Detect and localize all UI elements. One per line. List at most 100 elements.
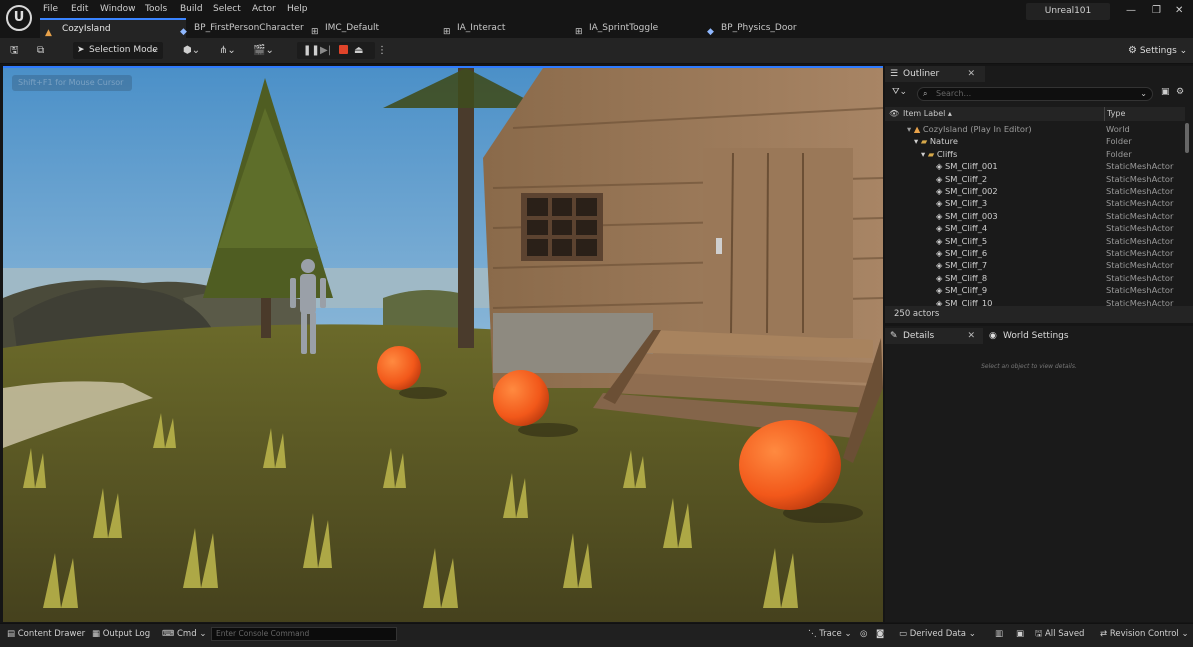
row-type: StaticMeshActor — [1106, 260, 1174, 271]
save-status-icon: 🖫 — [1035, 629, 1043, 639]
trace-icon: ⋱ — [808, 629, 817, 639]
tab-cozyisland[interactable]: ▲ CozyIsland — [40, 18, 186, 39]
tab-imc-default[interactable]: ⊞ IMC_Default — [311, 19, 425, 38]
outliner-row-actor[interactable]: ◈ SM_Cliff_6 StaticMeshActor — [885, 247, 1183, 259]
tab-bp-firstpersoncharacter[interactable]: ◆ BP_FirstPersonCharacter — [180, 19, 314, 38]
selection-mode-dropdown[interactable]: ➤ Selection Mode ⌄ — [73, 42, 163, 59]
outliner-row-actor[interactable]: ◈ SM_Cliff_2 StaticMeshActor — [885, 173, 1183, 185]
outliner-row-folder[interactable]: ▾ ▰ Cliffs Folder — [885, 148, 1183, 160]
level-icon: ▲ — [913, 124, 921, 134]
filter-icon[interactable]: ⛛⌄ — [892, 87, 907, 97]
tab-details[interactable]: ✎ Details ✕ — [885, 328, 983, 344]
outliner-row-world[interactable]: ▾ ▲ CozyIsland (Play In Editor) World — [885, 123, 1183, 135]
maximize-icon[interactable]: ❐ — [1152, 5, 1161, 16]
static-mesh-icon: ◈ — [936, 285, 943, 296]
search-placeholder: Search... — [936, 89, 972, 98]
outliner-row-actor[interactable]: ◈ SM_Cliff_3 StaticMeshActor — [885, 197, 1183, 209]
outliner-row-actor[interactable]: ◈ SM_Cliff_7 StaticMeshActor — [885, 259, 1183, 271]
outliner-row-actor[interactable]: ◈ SM_Cliff_003 StaticMeshActor — [885, 210, 1183, 222]
chevron-down-icon: ⌄ — [968, 629, 976, 639]
row-type: StaticMeshActor — [1106, 248, 1174, 258]
menu-help[interactable]: Help — [287, 4, 308, 14]
menu-select[interactable]: Select — [213, 4, 241, 14]
menu-tools[interactable]: Tools — [145, 4, 167, 14]
column-item-label[interactable]: Item Label ▴ — [903, 107, 952, 121]
camera-icon[interactable]: ◙ — [876, 628, 884, 640]
console-placeholder: Enter Console Command — [216, 629, 310, 638]
row-label: SM_Cliff_10 — [945, 297, 993, 306]
tab-outliner[interactable]: ☰ Outliner ✕ — [885, 66, 985, 82]
minimize-icon[interactable]: — — [1126, 5, 1136, 16]
tab-bp-physics-door[interactable]: ◆ BP_Physics_Door — [707, 19, 831, 38]
tab-label: IA_SprintToggle — [589, 23, 659, 33]
frame-skip-icon[interactable]: ▶| — [320, 42, 331, 59]
eject-icon[interactable]: ⏏ — [354, 42, 363, 59]
menu-file[interactable]: File — [43, 4, 58, 14]
content-drawer-button[interactable]: ▤ Content Drawer — [7, 628, 85, 640]
outliner-row-actor[interactable]: ◈ SM_Cliff_001 StaticMeshActor — [885, 160, 1183, 172]
outliner-row-actor[interactable]: ◈ SM_Cliff_8 StaticMeshActor — [885, 272, 1183, 284]
trace-dropdown[interactable]: ⋱ Trace ⌄ — [808, 628, 852, 640]
record-icon[interactable]: ◎ — [860, 628, 867, 640]
cinematics-icon[interactable]: 🎬⌄ — [253, 42, 274, 59]
gear-icon[interactable]: ⚙ — [1176, 87, 1184, 97]
tab-world-settings[interactable]: ◉ World Settings — [985, 328, 1095, 344]
cmd-dropdown[interactable]: ⌨ Cmd ⌄ — [162, 628, 206, 640]
outliner-row-actor[interactable]: ◈ SM_Cliff_9 StaticMeshActor — [885, 284, 1183, 296]
tab-ia-sprinttoggle[interactable]: ⊞ IA_SprintToggle — [575, 19, 699, 38]
console-command-input[interactable]: Enter Console Command — [211, 627, 397, 641]
blueprints-icon[interactable]: ⋔⌄ — [219, 42, 236, 59]
static-mesh-icon: ◈ — [936, 272, 943, 283]
derived-data-label: Derived Data — [909, 629, 967, 639]
save-icon[interactable]: 🖫 — [10, 42, 19, 59]
unreal-logo-icon[interactable]: U — [6, 5, 32, 31]
scene-render — [3, 68, 883, 622]
pause-icon[interactable]: ❚❚ — [303, 42, 320, 59]
selection-mode-label: Selection Mode — [89, 45, 158, 55]
tab-ia-interact[interactable]: ⊞ IA_Interact — [443, 19, 557, 38]
settings-button[interactable]: ⚙ Settings ⌄ — [1128, 42, 1187, 60]
browse-icon[interactable]: ⧉ — [37, 42, 44, 59]
menu-edit[interactable]: Edit — [71, 4, 88, 14]
outliner-row-actor[interactable]: ◈ SM_Cliff_10 StaticMeshActor — [885, 297, 1183, 306]
message-icon[interactable]: ▣ — [1016, 628, 1024, 640]
revision-control-dropdown[interactable]: ⇄ Revision Control ⌄ — [1100, 628, 1189, 640]
outliner-row-actor[interactable]: ◈ SM_Cliff_4 StaticMeshActor — [885, 222, 1183, 234]
visibility-icon[interactable]: 👁 — [889, 107, 899, 121]
outliner-row-actor[interactable]: ◈ SM_Cliff_5 StaticMeshActor — [885, 235, 1183, 247]
menu-window[interactable]: Window — [100, 4, 136, 14]
close-window-icon[interactable]: ✕ — [1175, 5, 1183, 16]
derived-data-dropdown[interactable]: ▭ Derived Data ⌄ — [899, 628, 976, 640]
menu-actor[interactable]: Actor — [252, 4, 276, 14]
row-type: World — [1106, 124, 1130, 134]
close-icon[interactable]: ✕ — [967, 66, 975, 82]
static-mesh-icon: ◈ — [936, 223, 943, 234]
outliner-row-folder[interactable]: ▾ ▰ Nature Folder — [885, 135, 1183, 147]
menu-build[interactable]: Build — [180, 4, 203, 14]
row-label: SM_Cliff_003 — [945, 210, 998, 221]
more-options-icon[interactable]: ⋮ — [377, 42, 387, 59]
close-icon[interactable]: ✕ — [967, 328, 975, 344]
stop-icon[interactable] — [339, 45, 348, 54]
row-type: StaticMeshActor — [1106, 235, 1174, 246]
stats-icon[interactable]: ▥ — [995, 628, 1003, 640]
row-label: Nature — [929, 136, 958, 147]
expanded-arrow-icon: ▾ — [921, 148, 926, 159]
main-toolbar — [0, 38, 1193, 64]
add-actor-icon[interactable]: ⬢⌄ — [183, 42, 200, 59]
all-saved-button[interactable]: 🖫 All Saved — [1035, 628, 1084, 640]
outliner-row-actor[interactable]: ◈ SM_Cliff_002 StaticMeshActor — [885, 185, 1183, 197]
row-type: StaticMeshActor — [1106, 173, 1174, 184]
outliner-scrollbar[interactable] — [1185, 123, 1189, 153]
row-type: StaticMeshActor — [1106, 223, 1174, 234]
actor-count: 250 actors — [885, 306, 1193, 323]
outliner-icon: ☰ — [890, 69, 899, 79]
outliner-search-input[interactable]: ⌕ Search... ⌄ — [917, 87, 1153, 101]
search-icon: ⌕ — [923, 89, 928, 98]
column-type[interactable]: Type — [1104, 107, 1125, 121]
row-type: Folder — [1106, 136, 1132, 147]
add-folder-icon[interactable]: ▣ — [1161, 87, 1170, 97]
tab-label: BP_FirstPersonCharacter — [194, 23, 304, 33]
level-viewport[interactable] — [3, 66, 883, 622]
output-log-button[interactable]: ▦ Output Log — [92, 628, 150, 640]
